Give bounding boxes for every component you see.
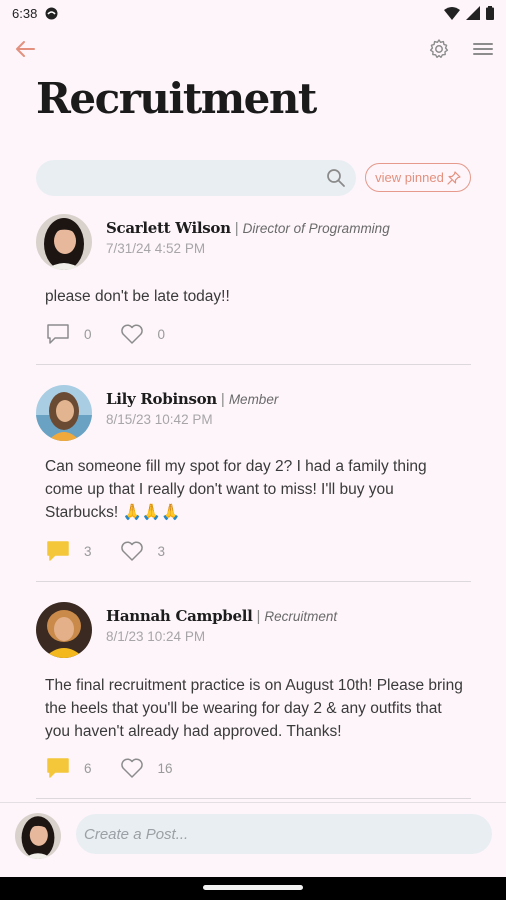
search-input[interactable] bbox=[50, 160, 320, 196]
gear-icon bbox=[429, 39, 449, 58]
cell-signal-icon bbox=[466, 6, 480, 20]
author-name[interactable]: Scarlett Wilson bbox=[106, 219, 231, 237]
author-name[interactable]: Lily Robinson bbox=[106, 390, 217, 408]
status-icons bbox=[444, 6, 494, 20]
post-composer bbox=[0, 802, 506, 876]
wifi-icon bbox=[444, 6, 460, 20]
like-count: 0 bbox=[157, 326, 166, 342]
comment-icon bbox=[47, 758, 69, 778]
heart-icon bbox=[120, 758, 143, 778]
post-actions: 6 16 bbox=[46, 757, 173, 779]
battery-icon bbox=[486, 6, 494, 20]
like-button[interactable]: 16 bbox=[120, 757, 173, 779]
like-button[interactable]: 3 bbox=[120, 540, 166, 562]
author-role: Director of Programming bbox=[242, 221, 390, 236]
search-bar[interactable] bbox=[36, 160, 356, 196]
system-nav-bar bbox=[0, 877, 506, 900]
comment-button[interactable]: 3 bbox=[46, 540, 92, 562]
post-actions: 3 3 bbox=[46, 540, 165, 562]
author-line: Scarlett Wilson | Director of Programmin… bbox=[106, 219, 390, 237]
search-icon[interactable] bbox=[326, 168, 346, 188]
comment-button[interactable]: 0 bbox=[46, 323, 92, 345]
comment-count: 3 bbox=[84, 543, 92, 559]
author-avatar[interactable] bbox=[36, 385, 92, 441]
post-timestamp: 7/31/24 4:52 PM bbox=[106, 241, 206, 256]
comment-button[interactable]: 6 bbox=[46, 757, 92, 779]
status-bar: 6:38 bbox=[0, 0, 506, 26]
comment-count: 0 bbox=[84, 326, 92, 342]
menu-icon bbox=[473, 43, 493, 55]
separator: | bbox=[220, 391, 225, 408]
view-pinned-button[interactable]: view pinned bbox=[365, 163, 471, 192]
post-actions: 0 0 bbox=[46, 323, 165, 345]
author-line: Lily Robinson | Member bbox=[106, 390, 278, 408]
author-avatar[interactable] bbox=[36, 602, 92, 658]
author-avatar[interactable] bbox=[36, 214, 92, 270]
page-title: Recruitment bbox=[36, 74, 317, 123]
back-button[interactable] bbox=[14, 38, 40, 62]
heart-icon bbox=[120, 541, 143, 561]
home-indicator[interactable] bbox=[203, 885, 303, 890]
status-time: 6:38 bbox=[12, 5, 38, 21]
post-timestamp: 8/1/23 10:24 PM bbox=[106, 629, 206, 644]
comment-count: 6 bbox=[84, 760, 92, 776]
post-item[interactable]: Hannah Campbell | Recruitment 8/1/23 10:… bbox=[36, 601, 471, 799]
top-bar bbox=[0, 34, 506, 66]
view-pinned-label: view pinned bbox=[375, 170, 444, 185]
like-count: 3 bbox=[157, 543, 166, 559]
post-body: The final recruitment practice is on Aug… bbox=[45, 677, 463, 740]
heart-icon bbox=[120, 324, 143, 344]
author-line: Hannah Campbell | Recruitment bbox=[106, 607, 337, 625]
post-item[interactable]: Lily Robinson | Member 8/15/23 10:42 PM … bbox=[36, 384, 471, 582]
like-button[interactable]: 0 bbox=[120, 323, 166, 345]
settings-button[interactable] bbox=[428, 38, 452, 62]
pin-icon bbox=[447, 170, 461, 185]
post-body: please don't be late today!! bbox=[45, 288, 230, 305]
like-count: 16 bbox=[157, 760, 173, 776]
author-role: Recruitment bbox=[264, 609, 338, 624]
post-item[interactable]: Scarlett Wilson | Director of Programmin… bbox=[36, 212, 471, 365]
post-body: Can someone fill my spot for day 2? I ha… bbox=[45, 458, 427, 521]
app-notification-icon bbox=[45, 7, 58, 19]
user-avatar[interactable] bbox=[15, 813, 61, 859]
separator: | bbox=[234, 220, 239, 237]
post-timestamp: 8/15/23 10:42 PM bbox=[106, 412, 213, 427]
back-arrow-icon bbox=[16, 41, 35, 57]
separator: | bbox=[256, 608, 261, 625]
menu-button[interactable] bbox=[472, 38, 496, 62]
author-role: Member bbox=[228, 392, 279, 407]
create-post-input[interactable] bbox=[76, 814, 492, 854]
comment-icon bbox=[47, 324, 69, 344]
comment-icon bbox=[47, 541, 69, 561]
author-name[interactable]: Hannah Campbell bbox=[106, 607, 253, 625]
